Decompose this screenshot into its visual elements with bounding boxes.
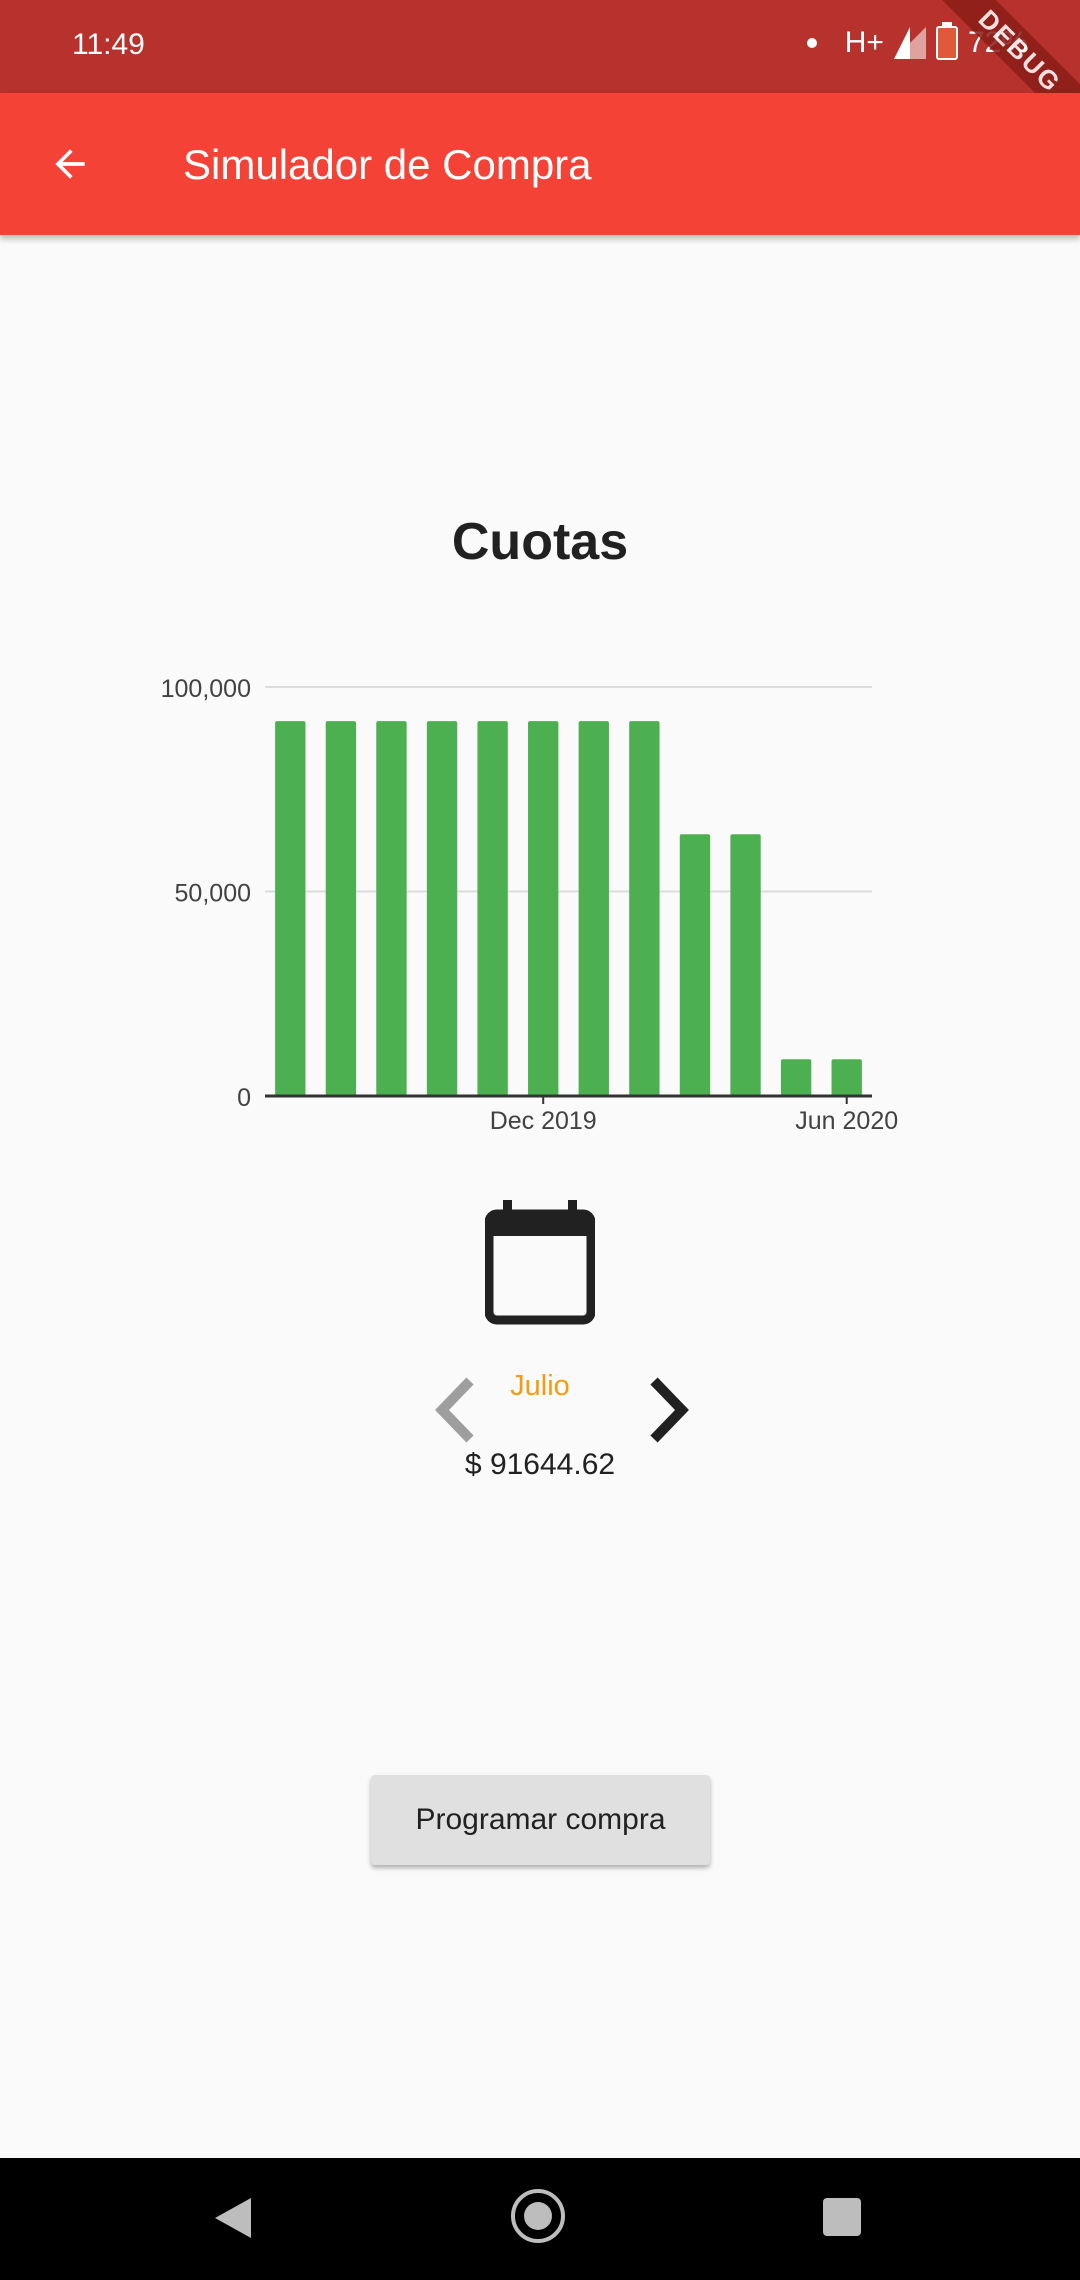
y-tick-label: 100,000 [161,675,251,703]
network-type: H+ [844,26,884,59]
calendar-icon[interactable] [485,1200,595,1325]
chart-bar[interactable] [578,721,609,1096]
x-tick-label: Jun 2020 [795,1107,898,1135]
status-time: 11:49 [72,28,145,61]
chart-bar[interactable] [528,721,559,1096]
page-title: Simulador de Compra [183,141,592,188]
back-button[interactable] [40,134,100,194]
chart-bar[interactable] [376,721,407,1096]
y-tick-label: 0 [237,1084,251,1112]
chart-bar[interactable] [275,721,306,1096]
notification-dot-icon [806,38,817,48]
chart-bar[interactable] [426,721,458,1096]
navigation-bar [0,2158,1080,2280]
chart-bar[interactable] [730,834,761,1096]
installment-amount: $ 91644.62 [464,1448,616,1481]
arrow-back-icon [55,149,85,179]
nav-recent-icon[interactable] [823,2198,861,2236]
installments-chart: 0 50,000 100,000 Dec 2019 Jun 2020 [161,675,899,1135]
chevron-right-icon[interactable] [640,1375,700,1445]
app-bar: Simulador de Compra [0,93,1080,235]
nav-home-icon[interactable] [511,2189,565,2243]
x-tick-label: Dec 2019 [490,1107,597,1135]
chart-bar[interactable] [780,1059,812,1096]
chart-bar[interactable] [629,721,660,1096]
signal-icon [893,27,926,59]
program-purchase-button[interactable]: Programar compra [371,1775,710,1865]
battery-icon [935,22,958,60]
chart-bar[interactable] [679,834,711,1096]
chart-bar[interactable] [831,1059,862,1096]
selected-month: Julio [510,1370,570,1402]
chart-bar[interactable] [477,721,508,1096]
status-bar: 11:49 H+ 72% DEBUG [0,0,1080,150]
chart-bar[interactable] [325,721,357,1096]
nav-back-icon[interactable] [215,2198,251,2238]
chart-title: Cuotas [451,513,629,571]
y-tick-label: 50,000 [175,880,251,908]
